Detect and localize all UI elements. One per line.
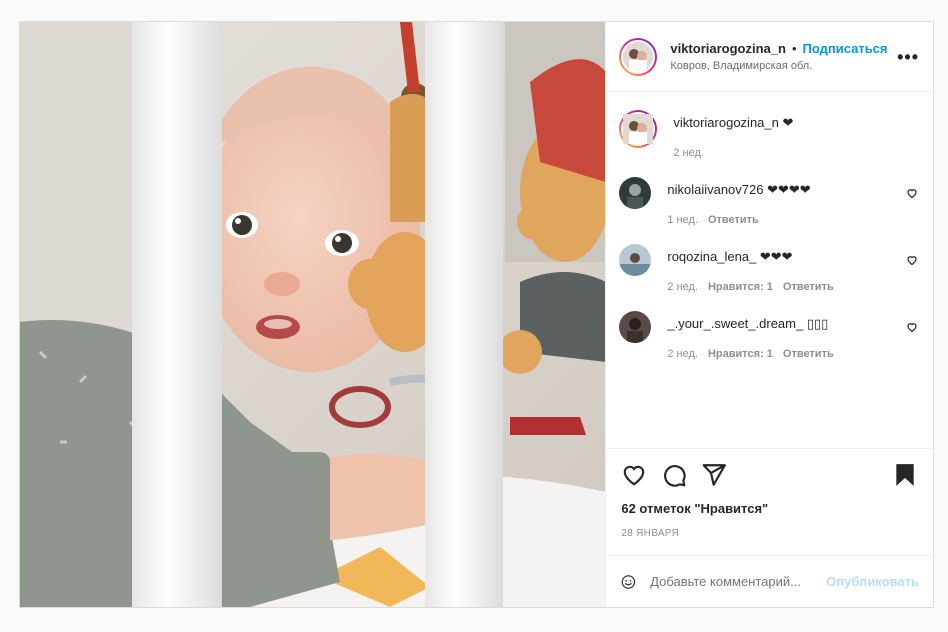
comment-likes-count[interactable]: Нравится: 1 [708, 348, 773, 360]
separator-dot: • [791, 41, 797, 56]
action-icons [621, 461, 918, 489]
comment-username[interactable]: _.your_.sweet_.dream_ [667, 316, 803, 331]
comment-likes-count[interactable]: Нравится: 1 [708, 281, 773, 293]
bookmark-icon[interactable] [892, 462, 918, 488]
caption-meta: 2 нед. [673, 147, 919, 159]
comments-list: viktoriarogozina_n ❤ 2 нед. nikolaiivano… [606, 92, 933, 448]
comment-time[interactable]: 1 нед. [667, 214, 698, 226]
add-comment-bar: Опубликовать [606, 555, 933, 607]
comment-body: _.your_.sweet_.dream_ ▯▯▯ 2 нед. Нравитс… [667, 311, 919, 360]
avatar-photo-icon [623, 41, 654, 72]
more-horizontal-icon[interactable]: ••• [897, 48, 919, 66]
post-header: viktoriarogozina_n • Подписаться Ковров,… [606, 22, 933, 92]
post-side-panel: viktoriarogozina_n • Подписаться Ковров,… [605, 22, 933, 607]
caption-body: viktoriarogozina_n ❤ 2 нед. [673, 110, 919, 159]
publish-button[interactable]: Опубликовать [826, 574, 919, 589]
comment-line: roqozina_lena_ ❤❤❤ [667, 249, 919, 265]
caption-username[interactable]: viktoriarogozina_n [673, 115, 779, 130]
likes-count[interactable]: 62 отметок "Нравится" [621, 501, 918, 516]
comment-reply-button[interactable]: Ответить [783, 348, 834, 360]
post-header-text: viktoriarogozina_n • Подписаться Ковров,… [670, 41, 897, 72]
post-header-top: viktoriarogozina_n • Подписаться [670, 41, 897, 56]
comment-username[interactable]: roqozina_lena_ [667, 249, 756, 264]
author-avatar-image [621, 39, 656, 74]
comment-avatar[interactable] [619, 244, 652, 276]
comment-time[interactable]: 2 нед. [667, 281, 698, 293]
caption-time[interactable]: 2 нед. [673, 147, 704, 159]
comment-item: _.your_.sweet_.dream_ ▯▯▯ 2 нед. Нравитс… [619, 311, 919, 360]
comment-icon[interactable] [661, 462, 687, 488]
comment-item: roqozina_lena_ ❤❤❤ 2 нед. Нравится: 1 От… [619, 244, 919, 293]
caption-text: ❤ [782, 115, 794, 130]
avatar-photo-icon [623, 114, 654, 144]
smile-icon[interactable] [621, 570, 636, 594]
comment-text: ❤❤❤ [759, 249, 793, 264]
comment-meta: 1 нед. Ответить [667, 214, 919, 226]
heart-icon[interactable] [621, 462, 647, 488]
comment-line: _.your_.sweet_.dream_ ▯▯▯ [667, 316, 919, 332]
comment-like-heart-icon[interactable] [906, 321, 918, 333]
comment-reply-button[interactable]: Ответить [708, 214, 759, 226]
baby-in-crib-photo [20, 22, 606, 607]
paper-plane-icon[interactable] [701, 462, 727, 488]
comment-item: nikolaiivanov726 ❤❤❤❤ 1 нед. Ответить [619, 177, 919, 226]
caption-avatar-image [621, 112, 656, 146]
comment-avatar[interactable] [619, 311, 652, 343]
post-date[interactable]: 28 ЯНВАРЯ [621, 528, 918, 539]
comment-text: ❤❤❤❤ [767, 182, 811, 197]
avatar-photo-icon [619, 311, 652, 343]
comment-line: nikolaiivanov726 ❤❤❤❤ [667, 182, 919, 198]
avatar-photo-icon [619, 177, 652, 209]
comment-text: ▯▯▯ [806, 316, 829, 331]
post-photo[interactable] [20, 22, 606, 607]
comment-reply-button[interactable]: Ответить [783, 281, 834, 293]
comment-username[interactable]: nikolaiivanov726 [667, 182, 763, 197]
instagram-post: viktoriarogozina_n • Подписаться Ковров,… [19, 21, 934, 608]
follow-button[interactable]: Подписаться [803, 41, 888, 56]
post-location[interactable]: Ковров, Владимирская обл. [670, 60, 897, 72]
author-avatar[interactable] [619, 37, 658, 76]
caption: viktoriarogozina_n ❤ 2 нед. [619, 110, 919, 159]
comment-avatar[interactable] [619, 177, 652, 209]
comment-meta: 2 нед. Нравится: 1 Ответить [667, 281, 919, 293]
post-actions: 62 отметок "Нравится" 28 ЯНВАРЯ [606, 448, 933, 556]
caption-avatar[interactable] [619, 110, 658, 148]
comment-like-heart-icon[interactable] [906, 187, 918, 199]
comment-like-heart-icon[interactable] [906, 254, 918, 266]
avatar-photo-icon [619, 244, 652, 276]
caption-line: viktoriarogozina_n ❤ [673, 115, 919, 131]
comment-meta: 2 нед. Нравится: 1 Ответить [667, 348, 919, 360]
comment-body: roqozina_lena_ ❤❤❤ 2 нед. Нравится: 1 От… [667, 244, 919, 293]
author-username[interactable]: viktoriarogozina_n [670, 41, 786, 56]
comment-input[interactable] [650, 574, 827, 589]
comment-time[interactable]: 2 нед. [667, 348, 698, 360]
comment-body: nikolaiivanov726 ❤❤❤❤ 1 нед. Ответить [667, 177, 919, 226]
